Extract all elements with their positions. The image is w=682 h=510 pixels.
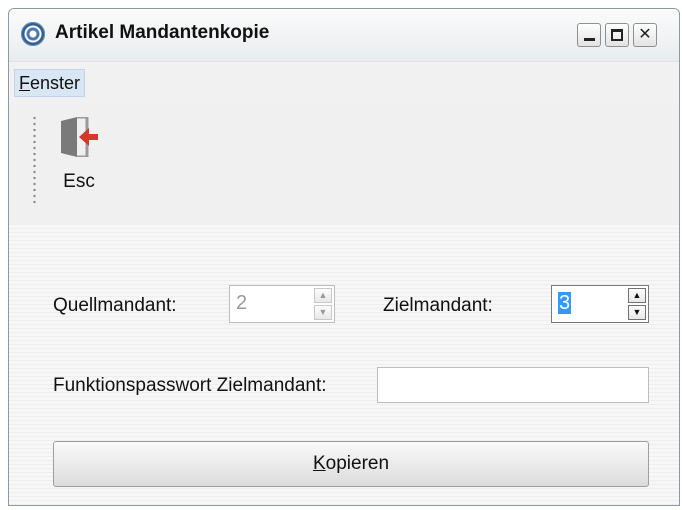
kopieren-mnemonic: K [312, 453, 326, 474]
close-button[interactable]: ✕ [633, 23, 657, 47]
quellmandant-down-button[interactable]: ▼ [314, 305, 332, 320]
menu-item-label: enster [30, 73, 81, 93]
kopieren-button[interactable]: Kopieren [53, 441, 649, 487]
zielmandant-up-button[interactable]: ▲ [628, 288, 646, 303]
quellmandant-value[interactable]: 2 [236, 292, 247, 315]
menu-item-fenster[interactable]: Fenster [14, 69, 86, 97]
quellmandant-up-button[interactable]: ▲ [314, 288, 332, 303]
chevron-up-icon: ▲ [632, 290, 642, 300]
title-bar[interactable]: Artikel Mandantenkopie ✕ [9, 9, 679, 61]
toolbar: Esc [9, 105, 679, 225]
zielmandant-spinner[interactable]: 3 ▲ ▼ [551, 285, 649, 323]
minimize-button[interactable] [577, 23, 601, 47]
chevron-down-icon: ▼ [318, 307, 328, 317]
passwort-label: Funktionspasswort Zielmandant: [53, 375, 327, 396]
quellmandant-label: Quellmandant: [53, 295, 177, 316]
zielmandant-spin-buttons: ▲ ▼ [628, 288, 646, 320]
zielmandant-value[interactable]: 3 [558, 292, 572, 314]
zielmandant-down-button[interactable]: ▼ [628, 305, 646, 320]
main-window: Artikel Mandantenkopie ✕ Fenster Esc Que… [8, 8, 680, 506]
minimize-icon [584, 38, 595, 41]
exit-door-icon [61, 117, 98, 157]
zielmandant-label: Zielmandant: [383, 295, 493, 316]
quellmandant-spinner[interactable]: 2 ▲ ▼ [229, 285, 335, 323]
close-icon: ✕ [638, 26, 652, 43]
chevron-down-icon: ▼ [632, 307, 642, 317]
passwort-input[interactable] [377, 367, 649, 403]
maximize-button[interactable] [605, 23, 629, 47]
chevron-up-icon: ▲ [318, 290, 328, 300]
maximize-icon [611, 29, 623, 41]
form-area: Quellmandant: 2 ▲ ▼ Zielmandant: 3 ▲ ▼ F… [9, 225, 679, 505]
menu-bar: Fenster [9, 61, 679, 106]
quellmandant-spin-buttons: ▲ ▼ [314, 288, 332, 320]
esc-button[interactable]: Esc [49, 111, 111, 201]
toolbar-grip[interactable] [33, 115, 36, 207]
app-icon [21, 22, 45, 46]
esc-label: Esc [63, 171, 95, 192]
window-title: Artikel Mandantenkopie [55, 22, 270, 43]
kopieren-label: opieren [325, 453, 390, 474]
menu-item-mnemonic: F [19, 73, 30, 93]
